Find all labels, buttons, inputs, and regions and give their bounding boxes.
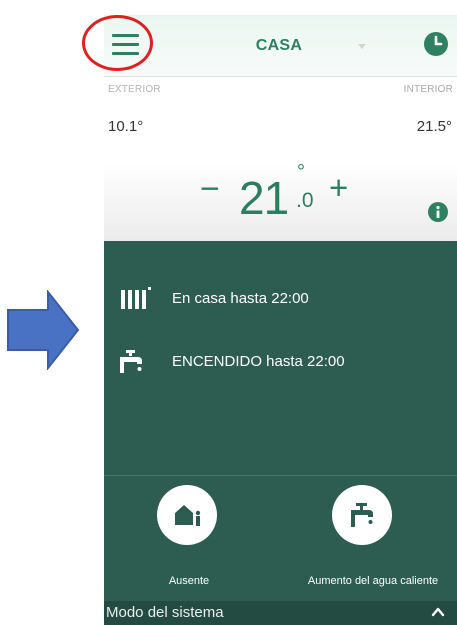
away-label: Ausente [168,575,210,587]
system-mode-bar[interactable]: Modo del sistema [104,601,457,625]
faucet-icon [351,503,373,527]
increase-temperature-button[interactable]: + [329,169,348,207]
chevron-up-icon[interactable] [431,605,445,619]
faucet-icon [120,350,142,373]
hot-water-status-text: ENCENDIDO hasta 22:00 [172,353,345,370]
setpoint-value: 21 [239,172,289,224]
hot-water-boost-label: Aumento del agua caliente [307,575,439,587]
away-button-circle [157,485,217,545]
hot-water-status-row[interactable]: ENCENDIDO hasta 22:00 [104,348,457,378]
setpoint-decimal: .0 [296,189,314,212]
system-mode-label: Modo del sistema [106,604,224,621]
thermostat-screen: CASA EXTERIOR INTERIOR 10.1° 21.5° − 21 … [104,15,457,625]
away-house-person-icon [175,505,201,526]
exterior-label: EXTERIOR [108,84,161,95]
pointer-arrow-icon [7,290,80,370]
exterior-temperature: 10.1° [108,118,144,135]
radiator-icon [121,287,151,309]
decrease-temperature-button[interactable]: − [200,170,220,209]
interior-temperature: 21.5° [416,118,452,135]
hot-water-boost-circle [332,485,392,545]
wave-divider [104,244,457,270]
heating-status-text: En casa hasta 22:00 [172,290,309,307]
setpoint-degree: ° [297,161,305,183]
schedule-clock-icon[interactable] [423,31,449,57]
hot-water-boost-button[interactable]: Aumento del agua caliente [288,485,457,595]
location-dropdown-icon[interactable] [358,44,366,49]
away-button[interactable]: Ausente [104,485,274,595]
location-title[interactable]: CASA [234,37,324,55]
info-icon[interactable] [427,201,449,223]
top-bar: CASA [104,15,457,77]
interior-label: INTERIOR [403,84,453,95]
divider [104,475,457,476]
heating-status-row[interactable]: En casa hasta 22:00 [104,285,457,315]
highlight-circle [82,15,153,71]
